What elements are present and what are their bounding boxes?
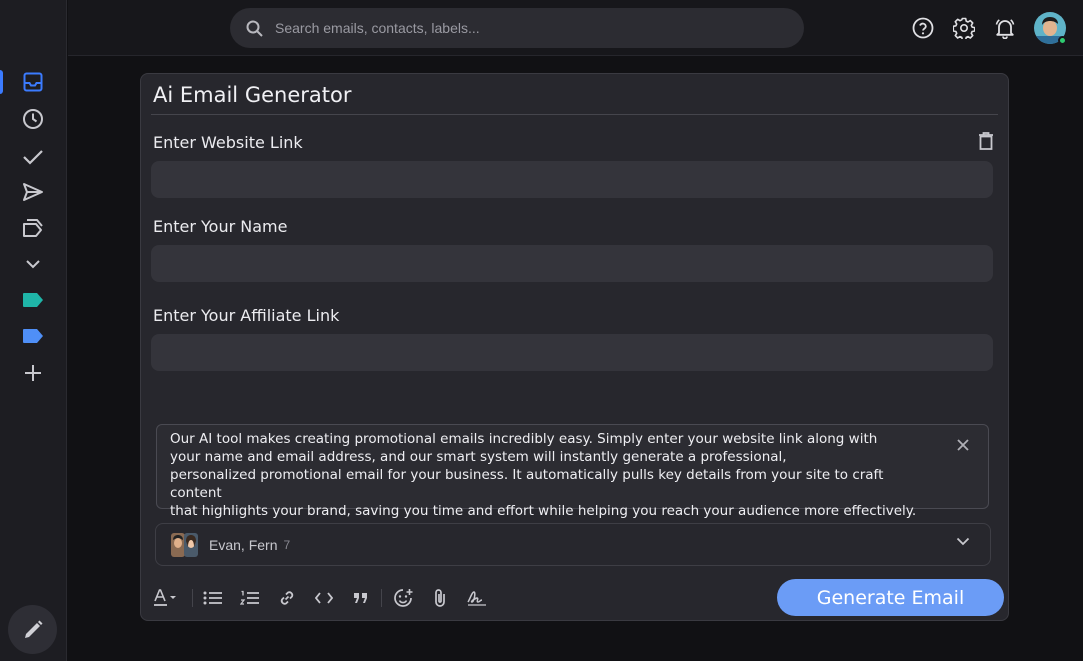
website-link-label: Enter Website Link xyxy=(153,133,303,152)
chevron-down-icon[interactable] xyxy=(17,248,49,280)
signature-icon[interactable] xyxy=(466,587,488,609)
inbox-icon[interactable] xyxy=(17,66,49,98)
help-icon[interactable] xyxy=(909,14,937,42)
divider xyxy=(151,114,998,115)
description-box: Our AI tool makes creating promotional e… xyxy=(156,424,989,519)
bullet-list-icon[interactable] xyxy=(202,587,224,609)
send-icon[interactable] xyxy=(17,176,49,208)
close-icon[interactable] xyxy=(956,438,970,452)
label-tag-icon[interactable] xyxy=(17,284,49,316)
website-link-input[interactable] xyxy=(151,161,993,198)
search-icon xyxy=(246,20,263,37)
generate-email-button[interactable]: Generate Email xyxy=(777,579,1004,616)
attachment-icon[interactable] xyxy=(429,587,451,609)
active-indicator xyxy=(0,70,3,94)
your-name-label: Enter Your Name xyxy=(153,217,288,236)
toolbar-separator xyxy=(192,589,193,607)
search-input[interactable] xyxy=(275,20,775,36)
clock-icon[interactable] xyxy=(17,103,49,135)
quote-icon[interactable] xyxy=(350,587,372,609)
search-bar[interactable] xyxy=(230,8,804,48)
panel-title: Ai Email Generator xyxy=(153,83,352,107)
affiliate-link-input[interactable] xyxy=(151,334,993,371)
trash-icon[interactable] xyxy=(977,131,995,151)
labels-icon[interactable] xyxy=(17,212,49,244)
user-avatar[interactable] xyxy=(1034,12,1067,45)
left-sidebar xyxy=(0,0,67,661)
description-text: Our AI tool makes creating promotional e… xyxy=(170,431,917,519)
recipient-count: 7 xyxy=(283,537,291,552)
compose-button[interactable] xyxy=(8,605,57,654)
ai-email-generator-panel: Ai Email Generator Enter Website Link En… xyxy=(140,73,1009,621)
plus-icon[interactable] xyxy=(17,357,49,389)
recipients-selector[interactable]: Evan, Fern 7 xyxy=(155,523,991,566)
code-icon[interactable] xyxy=(313,587,335,609)
pencil-icon xyxy=(24,620,42,638)
recipient-names: Evan, Fern xyxy=(209,536,278,553)
recipient-avatars xyxy=(171,532,198,557)
text-color-icon[interactable] xyxy=(153,587,179,609)
checkmark-icon[interactable] xyxy=(17,141,49,173)
chevron-down-icon[interactable] xyxy=(956,537,970,546)
affiliate-link-label: Enter Your Affiliate Link xyxy=(153,306,340,325)
notification-bell-icon[interactable] xyxy=(991,14,1019,42)
emoji-icon[interactable] xyxy=(392,587,414,609)
settings-gear-icon[interactable] xyxy=(950,14,978,42)
your-name-input[interactable] xyxy=(151,245,993,282)
numbered-list-icon[interactable] xyxy=(239,587,261,609)
online-status-dot xyxy=(1058,36,1067,45)
label-tag-icon[interactable] xyxy=(17,320,49,352)
toolbar-separator xyxy=(381,589,382,607)
link-icon[interactable] xyxy=(276,587,298,609)
